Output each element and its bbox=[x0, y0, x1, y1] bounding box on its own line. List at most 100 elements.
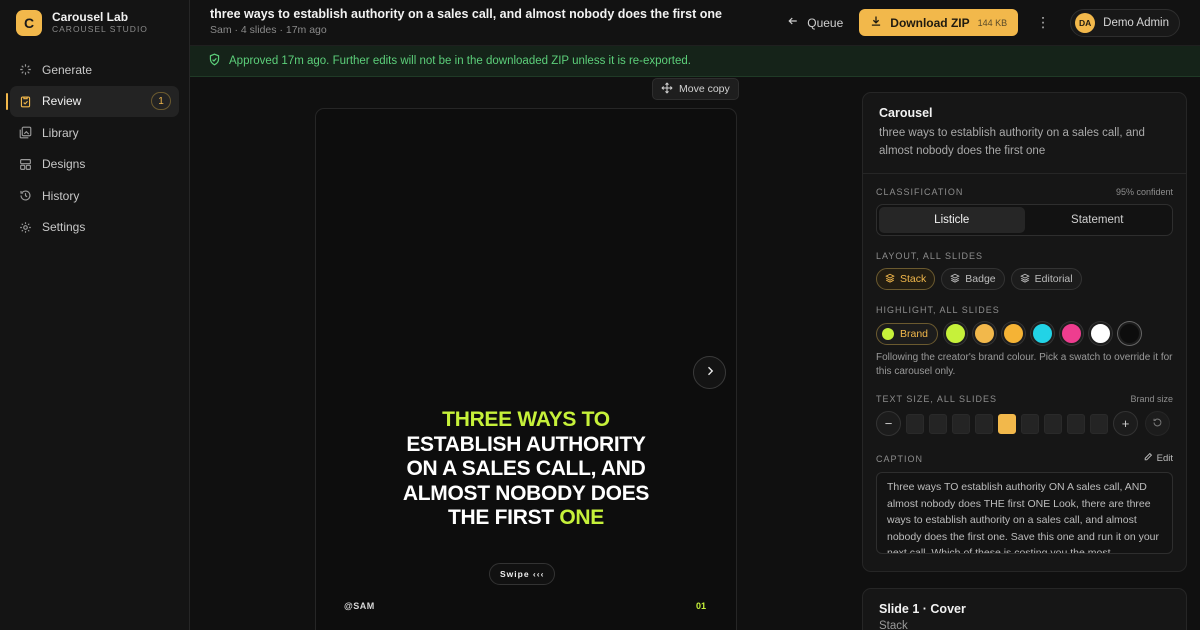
highlight-swatch[interactable] bbox=[1060, 322, 1084, 345]
sidebar-item-library[interactable]: Library bbox=[10, 117, 179, 148]
slide-settings-panel: Slide 1 · Cover Stack bbox=[862, 588, 1187, 630]
layout-label: LAYOUT, ALL SLIDES bbox=[876, 251, 984, 261]
sidebar-item-label: Generate bbox=[42, 62, 93, 77]
sidebar-item-review[interactable]: Review 1 bbox=[6, 85, 179, 117]
brand[interactable]: C Carousel Lab CAROUSEL STUDIO bbox=[0, 0, 189, 46]
decrease-size-button[interactable]: − bbox=[876, 411, 901, 436]
review-count-badge: 1 bbox=[151, 92, 171, 110]
brand-colour-chip[interactable]: Brand bbox=[876, 322, 939, 345]
headline-line: ON A SALES CALL, AND bbox=[406, 457, 646, 480]
images-icon bbox=[18, 126, 32, 140]
confidence-text: 95% confident bbox=[1115, 187, 1173, 197]
classification-option-statement[interactable]: Statement bbox=[1025, 207, 1171, 233]
sidebar-item-generate[interactable]: Generate bbox=[10, 54, 179, 85]
highlight-swatch[interactable] bbox=[1089, 322, 1113, 345]
sidebar-item-label: Settings bbox=[42, 220, 86, 234]
chip-label: Stack bbox=[900, 273, 927, 285]
sidebar-item-settings[interactable]: Settings bbox=[10, 212, 179, 243]
move-icon bbox=[661, 81, 673, 97]
slide-panel-subtitle: Stack bbox=[879, 620, 908, 630]
highlight-swatch[interactable] bbox=[944, 322, 968, 345]
headline-line: THREE WAYS TO bbox=[442, 408, 610, 431]
classification-label: CLASSIFICATION bbox=[876, 187, 964, 197]
layout-option-editorial[interactable]: Editorial bbox=[1010, 268, 1082, 290]
size-steps bbox=[906, 413, 1108, 434]
sidebar-item-label: Designs bbox=[42, 157, 86, 171]
swipe-pill: Swipe ‹‹‹ bbox=[489, 563, 556, 585]
brand-label: Brand bbox=[900, 327, 929, 340]
caption-label: CAPTION bbox=[876, 453, 924, 464]
text-size-label: TEXT SIZE, ALL SLIDES bbox=[876, 394, 998, 404]
brand-colour-dot bbox=[882, 327, 894, 340]
download-label: Download ZIP bbox=[890, 15, 970, 30]
download-zip-button[interactable]: Download ZIP 144 KB bbox=[859, 9, 1019, 36]
chip-label: Badge bbox=[965, 273, 996, 285]
app-subtitle: CAROUSEL STUDIO bbox=[52, 24, 148, 34]
layout-options: Stack Badge Editorial bbox=[876, 268, 1173, 290]
layout-option-badge[interactable]: Badge bbox=[941, 268, 1005, 290]
download-icon bbox=[870, 15, 882, 30]
sidebar-item-history[interactable]: History bbox=[10, 180, 179, 211]
app-name: Carousel Lab bbox=[52, 10, 129, 24]
text-size-step[interactable] bbox=[929, 413, 947, 434]
brand-size-link[interactable]: Brand size bbox=[1130, 394, 1173, 404]
caption-edit-link[interactable]: Edit bbox=[1143, 452, 1173, 465]
page-meta: Sam · 4 slides · 17m ago bbox=[210, 24, 327, 36]
classification-section: CLASSIFICATION 95% confident bbox=[876, 187, 1173, 197]
layout-option-stack[interactable]: Stack bbox=[876, 268, 936, 290]
arrow-left-icon bbox=[787, 15, 799, 30]
slide-panel-title: Slide 1 · Cover bbox=[879, 602, 966, 616]
more-options-icon[interactable]: ⋮ bbox=[1032, 12, 1054, 34]
user-menu[interactable]: DA Demo Admin bbox=[1070, 8, 1180, 37]
reset-size-button[interactable] bbox=[1145, 411, 1170, 436]
slide-headline[interactable]: THREE WAYS TO ESTABLISH AUTHORITY ON A S… bbox=[316, 408, 736, 531]
gear-icon bbox=[18, 220, 32, 234]
text-size-step[interactable] bbox=[975, 413, 993, 434]
sidebar-item-label: Library bbox=[42, 125, 79, 140]
edit-label: Edit bbox=[1156, 453, 1173, 464]
headline-line: ALMOST NOBODY DOES bbox=[402, 481, 650, 505]
queue-label: Queue bbox=[807, 15, 844, 30]
text-size-step[interactable] bbox=[1067, 413, 1085, 434]
carousel-settings-panel: Carousel three ways to establish authori… bbox=[862, 92, 1187, 572]
clipboard-check-icon bbox=[18, 94, 32, 108]
classification-option-listicle[interactable]: Listicle bbox=[879, 207, 1025, 233]
text-size-step[interactable] bbox=[906, 413, 924, 434]
queue-link[interactable]: Queue bbox=[787, 15, 843, 30]
text-size-step[interactable] bbox=[998, 413, 1016, 434]
download-size: 144 KB bbox=[977, 17, 1008, 28]
move-copy-button[interactable]: Move copy bbox=[652, 78, 739, 100]
text-size-step[interactable] bbox=[1021, 413, 1039, 434]
next-slide-button[interactable] bbox=[693, 356, 726, 389]
layout-icon bbox=[18, 157, 32, 171]
text-size-step[interactable] bbox=[1090, 413, 1108, 434]
highlight-swatch[interactable] bbox=[1118, 322, 1142, 345]
move-copy-label: Move copy bbox=[679, 83, 730, 95]
pencil-icon bbox=[1143, 452, 1153, 465]
highlight-swatch[interactable] bbox=[973, 322, 997, 345]
user-name: Demo Admin bbox=[1103, 16, 1169, 29]
sidebar: C Carousel Lab CAROUSEL STUDIO Generate … bbox=[0, 0, 190, 630]
highlight-swatches: Brand bbox=[876, 322, 1173, 345]
caption-section: CAPTION Edit bbox=[876, 452, 1173, 465]
caption-textarea[interactable]: Three ways TO establish authority ON A s… bbox=[876, 472, 1173, 554]
layout-section: LAYOUT, ALL SLIDES bbox=[876, 251, 1173, 261]
slide-preview[interactable]: THREE WAYS TO ESTABLISH AUTHORITY ON A S… bbox=[315, 108, 737, 630]
sparkle-icon bbox=[18, 63, 32, 77]
layers-icon bbox=[1019, 273, 1030, 286]
avatar: DA bbox=[1075, 12, 1096, 33]
top-header: three ways to establish authority on a s… bbox=[190, 0, 1200, 46]
headline-line: THE FIRST ONE bbox=[316, 506, 736, 531]
sidebar-item-label: Review bbox=[42, 94, 82, 108]
text-size-step[interactable] bbox=[1044, 413, 1062, 434]
highlight-swatch[interactable] bbox=[1002, 322, 1026, 345]
approved-banner: Approved 17m ago. Further edits will not… bbox=[190, 46, 1200, 77]
highlight-swatch[interactable] bbox=[1031, 322, 1055, 345]
text-size-step[interactable] bbox=[952, 413, 970, 434]
increase-size-button[interactable]: + bbox=[1113, 411, 1138, 436]
chip-label: Editorial bbox=[1034, 273, 1073, 285]
banner-text: Approved 17m ago. Further edits will not… bbox=[229, 55, 691, 67]
sidebar-item-designs[interactable]: Designs bbox=[10, 149, 179, 180]
chevron-right-icon bbox=[704, 364, 716, 382]
headline-line: ESTABLISH AUTHORITY bbox=[406, 432, 646, 456]
